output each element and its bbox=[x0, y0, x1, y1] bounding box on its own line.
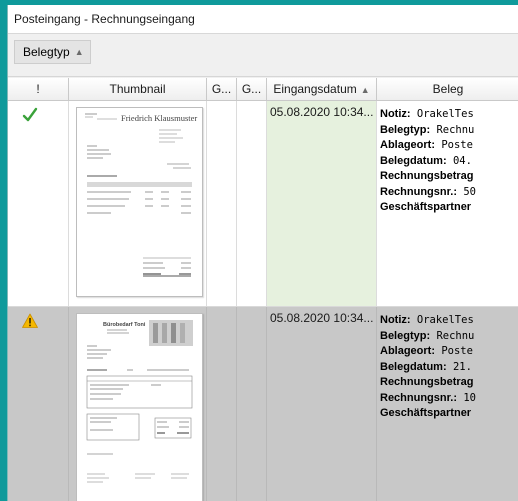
window-title: Posteingang - Rechnungseingang bbox=[14, 12, 195, 26]
eingangsdatum-cell: 05.08.2020 10:34... bbox=[267, 101, 377, 306]
document-thumbnail[interactable]: Bürobedarf Toni bbox=[76, 313, 203, 501]
info-line-notiz: Notiz: OrakelTes bbox=[380, 314, 474, 326]
group-by-label: Belegtyp bbox=[23, 45, 70, 59]
info-line-rechnungsnr: Rechnungsnr.: 10 bbox=[380, 391, 476, 404]
table-row[interactable]: Bürobedarf Toni 05.08.2020 10:34... Noti… bbox=[8, 307, 518, 501]
app-window: Posteingang - Rechnungseingang Belegtyp … bbox=[7, 5, 518, 501]
document-thumbnail[interactable]: Friedrich Klausmuster bbox=[76, 107, 203, 297]
thumbnail-company-name: Friedrich Klausmuster bbox=[121, 113, 197, 123]
column-header-label: Eingangsdatum bbox=[273, 82, 357, 96]
title-bar: Posteingang - Rechnungseingang bbox=[8, 5, 518, 34]
column-header-label: Thumbnail bbox=[109, 82, 166, 96]
beleg-info: Notiz: OrakelTes Belegtyp: Rechnu Ablage… bbox=[380, 313, 476, 422]
column-header-label: G... bbox=[211, 82, 232, 96]
thumbnail-company-name: Bürobedarf Toni bbox=[103, 322, 146, 328]
eingangsdatum-value: 05.08.2020 10:34... bbox=[270, 105, 374, 119]
column-header-thumbnail[interactable]: Thumbnail bbox=[69, 78, 207, 101]
column-header-label: Beleg bbox=[432, 82, 464, 96]
info-line-belegdatum: Belegdatum: 04. bbox=[380, 154, 472, 167]
column-header-status[interactable]: ! bbox=[8, 78, 69, 101]
sort-ascending-icon: ▲ bbox=[74, 47, 84, 57]
eingangsdatum-value: 05.08.2020 10:34... bbox=[270, 311, 374, 325]
group-by-chip[interactable]: Belegtyp ▲ bbox=[14, 40, 91, 64]
info-line-ablageort: Ablageort: Poste bbox=[380, 345, 473, 357]
column-header-beleg[interactable]: Beleg bbox=[377, 78, 518, 101]
column-header-eingangsdatum[interactable]: Eingangsdatum ▲ bbox=[267, 78, 377, 101]
checkmark-icon bbox=[22, 107, 38, 122]
info-line-rechnungsbetrag: Rechnungsbetrag bbox=[380, 376, 474, 388]
g1-cell bbox=[207, 101, 237, 306]
info-line-geschaeftspartner: Geschäftspartner bbox=[380, 407, 472, 419]
g1-cell bbox=[207, 307, 237, 501]
info-line-ablageort: Ablageort: Poste bbox=[380, 139, 473, 151]
info-line-belegtyp: Belegtyp: Rechnu bbox=[380, 329, 475, 342]
column-header-g2[interactable]: G... bbox=[237, 78, 267, 101]
g2-cell bbox=[237, 101, 267, 306]
status-cell bbox=[8, 101, 69, 306]
info-line-geschaeftspartner: Geschäftspartner bbox=[380, 201, 472, 213]
thumbnail-cell[interactable]: Bürobedarf Toni bbox=[69, 307, 207, 501]
sort-ascending-icon: ▲ bbox=[360, 85, 370, 95]
thumbnail-cell[interactable]: Friedrich Klausmuster bbox=[69, 101, 207, 306]
g2-cell bbox=[237, 307, 267, 501]
warning-icon bbox=[22, 313, 38, 328]
info-line-notiz: Notiz: OrakelTes bbox=[380, 108, 474, 120]
document-grid: ! Thumbnail G... G... Eingangsdatum ▲ Bel… bbox=[8, 78, 518, 501]
info-line-rechnungsnr: Rechnungsnr.: 50 bbox=[380, 185, 476, 198]
group-panel: Belegtyp ▲ bbox=[8, 34, 518, 77]
beleg-cell: Notiz: OrakelTes Belegtyp: Rechnu Ablage… bbox=[377, 307, 518, 501]
status-cell bbox=[8, 307, 69, 501]
column-header-label: G... bbox=[241, 82, 262, 96]
eingangsdatum-cell: 05.08.2020 10:34... bbox=[267, 307, 377, 501]
info-line-belegdatum: Belegdatum: 21. bbox=[380, 360, 472, 373]
beleg-info: Notiz: OrakelTes Belegtyp: Rechnu Ablage… bbox=[380, 107, 476, 216]
beleg-cell: Notiz: OrakelTes Belegtyp: Rechnu Ablage… bbox=[377, 101, 518, 306]
column-header-label: ! bbox=[36, 82, 40, 96]
info-line-rechnungsbetrag: Rechnungsbetrag bbox=[380, 170, 474, 182]
table-row[interactable]: Friedrich Klausmuster 05.08.2020 10:34..… bbox=[8, 101, 518, 307]
info-line-belegtyp: Belegtyp: Rechnu bbox=[380, 123, 475, 136]
column-header-g1[interactable]: G... bbox=[207, 78, 237, 101]
